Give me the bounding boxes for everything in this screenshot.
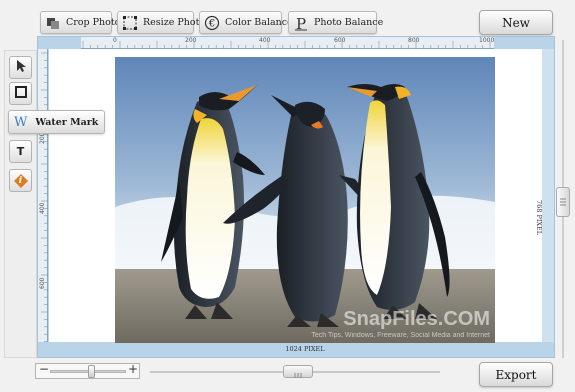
crop-icon: [45, 15, 61, 31]
width-dimension-label: 1024 PIXEL: [285, 345, 325, 353]
color-balance-button[interactable]: € Color Balance: [199, 11, 293, 34]
info-tool-button[interactable]: i: [9, 169, 32, 192]
penguins-image: SnapFiles.COM Tech Tips, Windows, Freewa…: [115, 57, 495, 343]
new-button[interactable]: New: [479, 10, 553, 35]
svg-text:P: P: [296, 15, 306, 31]
left-ruler-label: 400: [39, 202, 46, 214]
grip-icon: [294, 373, 302, 378]
penguins-photo[interactable]: SnapFiles.COM Tech Tips, Windows, Freewa…: [115, 57, 495, 343]
resize-photo-label: Resize Photo: [143, 17, 206, 28]
text-tool-button[interactable]: T: [9, 140, 32, 163]
vertical-scroll-handle[interactable]: [556, 187, 570, 217]
color-balance-label: Color Balance: [225, 17, 293, 28]
rectangle-tool-button[interactable]: [9, 82, 32, 105]
left-ruler-label: 200: [39, 132, 46, 144]
top-ruler-label: 600: [334, 37, 346, 44]
svg-text:€: €: [208, 18, 215, 29]
resize-photo-button[interactable]: Resize Photo: [117, 11, 205, 34]
top-ruler-label: 400: [259, 37, 271, 44]
select-arrow-icon: [15, 58, 27, 77]
watermark-icon: W: [14, 114, 28, 130]
left-ruler-label: 600: [39, 277, 46, 289]
zoom-out-button[interactable]: −: [39, 362, 49, 376]
resize-icon: [122, 15, 138, 31]
color-balance-icon: €: [204, 15, 220, 31]
rectangle-icon: [14, 84, 28, 103]
water-mark-button[interactable]: W Water Mark: [8, 110, 105, 134]
left-ruler: 200 400 600: [38, 49, 48, 342]
export-button[interactable]: Export: [479, 362, 553, 387]
water-mark-label: Water Mark: [35, 116, 99, 128]
canvas-right-strip: [542, 49, 554, 342]
watermark-overlay-text: SnapFiles.COM: [343, 308, 490, 330]
zoom-thumb[interactable]: [88, 365, 95, 378]
tools-sidebar: T i: [4, 50, 37, 358]
crop-photo-label: Crop Photo: [66, 17, 121, 28]
info-icon: i: [13, 173, 28, 188]
text-icon: T: [16, 145, 25, 158]
zoom-slider[interactable]: − +: [35, 362, 140, 379]
photo-balance-icon: P: [293, 15, 309, 33]
crop-photo-button[interactable]: Crop Photo: [40, 11, 120, 34]
grip-icon: [560, 198, 566, 206]
top-ruler-label: 200: [185, 37, 197, 44]
watermark-overlay-subtext: Tech Tips, Windows, Freeware, Social Med…: [311, 332, 490, 339]
top-toolbar: Crop Photo Resize Photo € Color Balance …: [0, 0, 575, 40]
select-tool-button[interactable]: [9, 56, 32, 79]
photo-balance-button[interactable]: P Photo Balance: [288, 11, 383, 34]
info-glyph: i: [18, 175, 23, 186]
zoom-in-button[interactable]: +: [128, 362, 138, 376]
height-dimension-label: 768 PIXEL: [535, 200, 543, 236]
photo-balance-label: Photo Balance: [314, 17, 384, 28]
top-ruler: 0 200 400 600 800 1000: [81, 37, 494, 49]
top-ruler-label: 1000: [479, 37, 495, 44]
top-ruler-ticks: [82, 41, 491, 49]
top-ruler-label: 800: [408, 37, 420, 44]
top-ruler-label: 0: [113, 37, 117, 44]
left-ruler-ticks: [41, 52, 48, 342]
horizontal-scroll-handle[interactable]: [283, 365, 313, 378]
